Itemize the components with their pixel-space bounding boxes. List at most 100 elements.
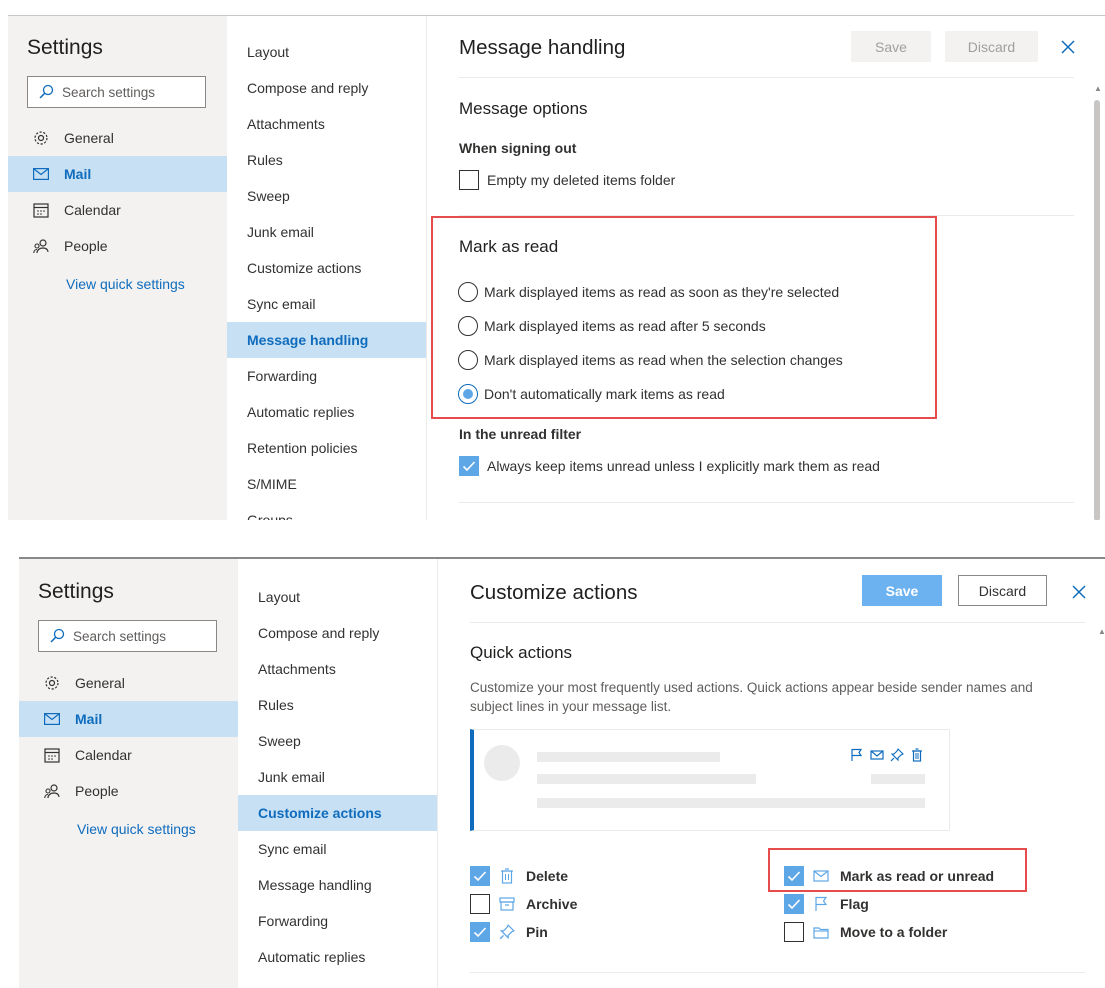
description-line: Customize your most frequently used acti… <box>470 680 1033 695</box>
action-delete-checkbox[interactable]: Delete <box>470 866 568 886</box>
envelope-icon <box>870 750 884 760</box>
section-divider <box>459 502 1074 503</box>
folder-icon <box>812 923 830 941</box>
nav-item-automatic-replies[interactable]: Automatic replies <box>238 939 437 975</box>
close-icon[interactable] <box>1058 37 1078 57</box>
nav-item-layout[interactable]: Layout <box>238 579 437 615</box>
nav-item-forwarding[interactable]: Forwarding <box>227 358 426 394</box>
header-divider <box>470 622 1085 623</box>
scrollbar[interactable]: ▲ <box>1093 84 1102 520</box>
discard-button[interactable]: Discard <box>958 575 1047 606</box>
keep-unread-checkbox[interactable]: Always keep items unread unless I explic… <box>459 456 880 476</box>
sidebar-item-calendar[interactable]: Calendar <box>8 192 227 228</box>
checkbox-label: Always keep items unread unless I explic… <box>487 458 880 474</box>
nav-item-layout[interactable]: Layout <box>227 34 426 70</box>
save-button[interactable]: Save <box>862 575 942 606</box>
archive-icon <box>498 895 516 913</box>
sidebar-item-label: General <box>64 130 114 146</box>
customize-actions-panel: Settings Search settings General Mail Ca… <box>19 557 1105 988</box>
search-settings-input[interactable]: Search settings <box>38 620 217 652</box>
trash-icon <box>498 867 516 885</box>
scroll-up-icon[interactable]: ▲ <box>1094 84 1102 93</box>
sidebar-item-label: People <box>75 783 119 799</box>
mark-read-unread-highlight <box>768 848 1027 892</box>
nav-item-attachments[interactable]: Attachments <box>238 651 437 687</box>
nav-item-retention-policies[interactable]: Retention policies <box>238 975 437 988</box>
nav-item-sync-email[interactable]: Sync email <box>227 286 426 322</box>
sidebar-item-label: Mail <box>75 711 103 727</box>
search-settings-input[interactable]: Search settings <box>27 76 206 108</box>
action-flag-checkbox[interactable]: Flag <box>784 894 869 914</box>
gear-icon <box>43 674 61 692</box>
pin-icon <box>498 923 516 941</box>
view-quick-settings-link[interactable]: View quick settings <box>77 821 196 837</box>
description-line: subject lines in your message list. <box>470 699 672 714</box>
scroll-up-icon[interactable]: ▲ <box>1098 627 1105 636</box>
nav-item-retention-policies[interactable]: Retention policies <box>227 430 426 466</box>
message-handling-content: Message handling Save Discard Message op… <box>428 16 1105 520</box>
flag-icon <box>851 748 863 761</box>
nav-item-sweep[interactable]: Sweep <box>227 178 426 214</box>
checkbox-box <box>459 170 479 190</box>
settings-sidebar: Settings Search settings General Mail Ca… <box>8 16 227 520</box>
nav-item-message-handling[interactable]: Message handling <box>238 867 437 903</box>
checkbox-box-checked <box>470 866 490 886</box>
sidebar-item-mail[interactable]: Mail <box>19 701 238 737</box>
nav-item-sweep[interactable]: Sweep <box>238 723 437 759</box>
sidebar-item-people[interactable]: People <box>8 228 227 264</box>
save-button[interactable]: Save <box>851 31 931 62</box>
mail-settings-nav: Layout Compose and reply Attachments Rul… <box>238 559 438 988</box>
unread-filter-heading: In the unread filter <box>459 426 582 442</box>
action-pin-checkbox[interactable]: Pin <box>470 922 548 942</box>
scrollbar[interactable]: ▲ <box>1097 627 1105 988</box>
sidebar-item-general[interactable]: General <box>8 120 227 156</box>
section-title: Quick actions <box>470 643 573 662</box>
nav-item-smime[interactable]: S/MIME <box>227 466 426 502</box>
mark-as-read-highlight <box>431 216 937 419</box>
nav-item-compose-and-reply[interactable]: Compose and reply <box>227 70 426 106</box>
sidebar-item-calendar[interactable]: Calendar <box>19 737 238 773</box>
settings-sidebar: Settings Search settings General Mail Ca… <box>19 559 238 988</box>
checkbox-box <box>784 922 804 942</box>
nav-item-customize-actions[interactable]: Customize actions <box>227 250 426 286</box>
search-icon <box>50 628 65 643</box>
nav-item-customize-actions[interactable]: Customize actions <box>238 795 437 831</box>
discard-button[interactable]: Discard <box>945 31 1038 62</box>
sidebar-item-label: Mail <box>64 166 92 182</box>
nav-item-junk-email[interactable]: Junk email <box>238 759 437 795</box>
action-label: Delete <box>526 868 569 884</box>
sidebar-item-mail[interactable]: Mail <box>8 156 227 192</box>
checkbox-box-checked <box>470 922 490 942</box>
nav-item-sync-email[interactable]: Sync email <box>238 831 437 867</box>
view-quick-settings-link[interactable]: View quick settings <box>66 276 185 292</box>
nav-item-automatic-replies[interactable]: Automatic replies <box>227 394 426 430</box>
sidebar-item-label: People <box>64 238 108 254</box>
sidebar-item-general[interactable]: General <box>19 665 238 701</box>
sidebar-item-people[interactable]: People <box>19 773 238 809</box>
empty-deleted-items-checkbox[interactable]: Empty my deleted items folder <box>459 170 675 190</box>
mail-settings-nav: Layout Compose and reply Attachments Rul… <box>227 16 427 520</box>
nav-item-groups[interactable]: Groups <box>227 502 426 520</box>
nav-item-forwarding[interactable]: Forwarding <box>238 903 437 939</box>
search-icon <box>39 84 54 99</box>
close-icon[interactable] <box>1069 582 1089 602</box>
customize-actions-content: Customize actions Save Discard Quick act… <box>439 559 1105 988</box>
nav-item-rules[interactable]: Rules <box>238 687 437 723</box>
scrollbar-thumb[interactable] <box>1094 100 1100 520</box>
section-divider <box>470 972 1085 973</box>
section-title: Message options <box>459 99 588 118</box>
action-move-to-folder-checkbox[interactable]: Move to a folder <box>784 922 947 942</box>
nav-item-attachments[interactable]: Attachments <box>227 106 426 142</box>
action-label: Move to a folder <box>840 924 948 940</box>
sidebar-item-label: Calendar <box>75 747 132 763</box>
flag-icon <box>812 895 830 913</box>
page-title: Message handling <box>459 36 626 59</box>
nav-item-rules[interactable]: Rules <box>227 142 426 178</box>
people-icon <box>43 782 61 800</box>
placeholder-bar <box>537 752 720 762</box>
action-archive-checkbox[interactable]: Archive <box>470 894 577 914</box>
settings-title: Settings <box>38 580 114 603</box>
nav-item-message-handling[interactable]: Message handling <box>227 322 426 358</box>
nav-item-compose-and-reply[interactable]: Compose and reply <box>238 615 437 651</box>
nav-item-junk-email[interactable]: Junk email <box>227 214 426 250</box>
